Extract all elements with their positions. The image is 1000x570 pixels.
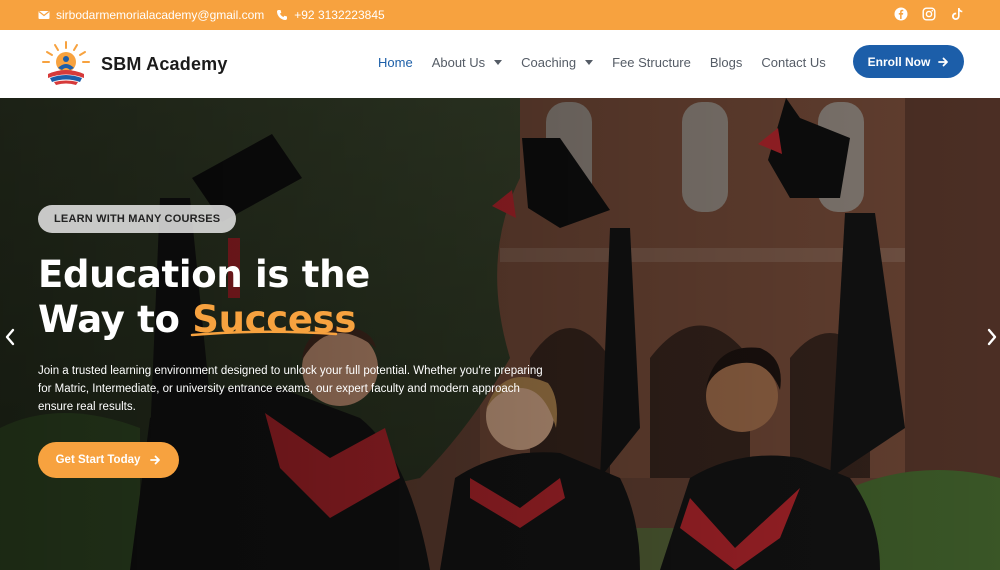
- social-links: [894, 7, 964, 21]
- instagram-icon[interactable]: [922, 7, 936, 21]
- tiktok-icon[interactable]: [950, 7, 964, 21]
- hero-banner: LEARN WITH MANY COURSES Education is the…: [0, 98, 1000, 570]
- envelope-icon: [38, 9, 50, 21]
- nav-blogs[interactable]: Blogs: [710, 55, 743, 70]
- hero-description: Join a trusted learning environment desi…: [38, 365, 543, 413]
- facebook-icon[interactable]: [894, 7, 908, 21]
- site-header: SBM Academy Home About Us Coaching Fee S…: [0, 30, 1000, 98]
- nav-fee-structure[interactable]: Fee Structure: [612, 55, 691, 70]
- nav-home-label: Home: [378, 55, 413, 70]
- nav-about-us[interactable]: About Us: [431, 55, 503, 70]
- headline-line-2-prefix: Way to: [38, 298, 180, 341]
- nav-fee-structure-label: Fee Structure: [612, 55, 691, 70]
- enroll-now-label: Enroll Now: [867, 54, 931, 69]
- chevron-down-icon: [494, 60, 503, 65]
- arrow-right-icon: [150, 455, 161, 465]
- arrow-right-icon: [938, 57, 949, 66]
- nav-coaching-label: Coaching: [521, 55, 577, 70]
- get-started-button[interactable]: Get Start Today: [38, 442, 179, 478]
- academy-logo[interactable]: [40, 40, 92, 88]
- nav-coaching[interactable]: Coaching: [521, 55, 594, 70]
- slider-next-arrow-icon[interactable]: [986, 328, 998, 346]
- chevron-down-icon: [585, 60, 594, 65]
- nav-contact-us-label: Contact Us: [761, 55, 826, 70]
- contact-email[interactable]: sirbodarmemorialacademy@gmail.com: [56, 8, 264, 22]
- accent-underline: [190, 330, 338, 337]
- contact-info: sirbodarmemorialacademy@gmail.com +92 31…: [38, 8, 397, 22]
- phone-icon: [276, 9, 288, 21]
- nav-about-us-label: About Us: [431, 55, 486, 70]
- brand-name[interactable]: SBM Academy: [101, 54, 228, 75]
- top-contact-bar: sirbodarmemorialacademy@gmail.com +92 31…: [0, 0, 1000, 30]
- enroll-now-button[interactable]: Enroll Now: [853, 45, 964, 78]
- get-started-label: Get Start Today: [55, 454, 141, 466]
- courses-badge: LEARN WITH MANY COURSES: [38, 205, 237, 233]
- nav-contact-us[interactable]: Contact Us: [761, 55, 825, 70]
- slider-prev-arrow-icon[interactable]: [4, 328, 16, 346]
- main-nav: Home About Us Coaching Fee Structure Blo…: [378, 55, 845, 70]
- headline-line-1: Education is the: [38, 253, 370, 296]
- contact-phone[interactable]: +92 3132223845: [294, 8, 384, 22]
- nav-blogs-label: Blogs: [709, 55, 743, 70]
- nav-home[interactable]: Home: [378, 55, 413, 70]
